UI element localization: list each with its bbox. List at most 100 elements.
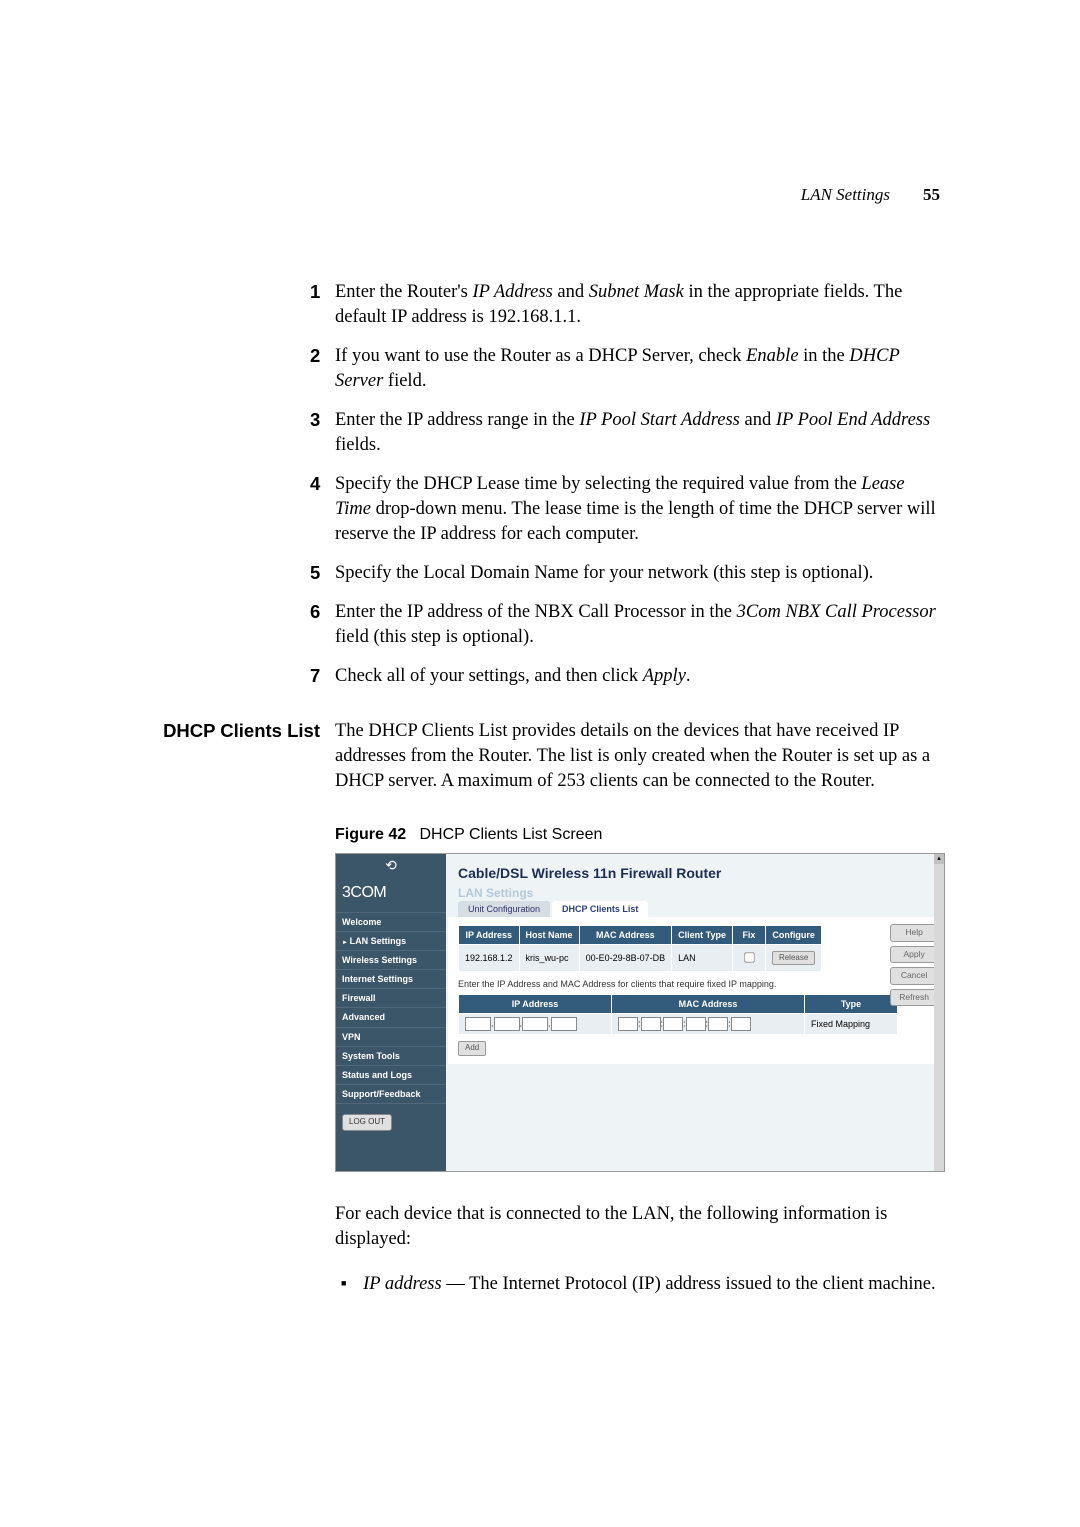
body-paragraph: The DHCP Clients List provides details o… (335, 719, 940, 794)
ip-octet-input[interactable] (551, 1017, 577, 1031)
text: — The Internet Protocol (IP) address iss… (442, 1274, 936, 1294)
mac-input-cell: ::::: (612, 1013, 805, 1034)
sidebar-menu: Welcome LAN Settings Wireless Settings I… (336, 912, 446, 1104)
table-row: 192.168.1.2 kris_wu-pc 00-E0-29-8B-07-DB… (459, 945, 822, 971)
figure-caption: Figure 42 DHCP Clients List Screen (335, 824, 940, 846)
text: If you want to use the Router as a DHCP … (335, 346, 746, 366)
sidebar-item-status[interactable]: Status and Logs (336, 1066, 446, 1085)
tab-bar: Unit Configuration DHCP Clients List (446, 901, 944, 917)
ip-octet-input[interactable] (494, 1017, 520, 1031)
step-item: If you want to use the Router as a DHCP … (335, 344, 940, 394)
text: and (553, 282, 589, 302)
clients-table: IP Address Host Name MAC Address Client … (458, 925, 822, 971)
add-button[interactable]: Add (458, 1041, 486, 1056)
sidebar-item-system[interactable]: System Tools (336, 1047, 446, 1066)
text: Check all of your settings, and then cli… (335, 666, 643, 686)
mac-octet-input[interactable] (708, 1017, 728, 1031)
term: IP address (363, 1274, 442, 1294)
mac-octet-input[interactable] (641, 1017, 661, 1031)
ip-octet-input[interactable] (522, 1017, 548, 1031)
mac-octet-input[interactable] (618, 1017, 638, 1031)
sidebar-item-vpn[interactable]: VPN (336, 1028, 446, 1047)
step-item: Check all of your settings, and then cli… (335, 664, 940, 689)
main-panel: Cable/DSL Wireless 11n Firewall Router L… (446, 854, 944, 1171)
body-paragraph: For each device that is connected to the… (335, 1202, 940, 1252)
step-list: Enter the Router's IP Address and Subnet… (335, 280, 940, 689)
step-item: Specify the Local Domain Name for your n… (335, 561, 940, 586)
fixed-mapping-hint: Enter the IP Address and MAC Address for… (458, 978, 932, 990)
sidebar: ⟲ 3COM Welcome LAN Settings Wireless Set… (336, 854, 446, 1171)
sidebar-item-wireless[interactable]: Wireless Settings (336, 951, 446, 970)
sidebar-item-lan[interactable]: LAN Settings (336, 932, 446, 951)
tab-dhcp-clients[interactable]: DHCP Clients List (552, 901, 648, 917)
term: IP Address (472, 282, 552, 302)
step-item: Specify the DHCP Lease time by selecting… (335, 472, 940, 547)
text: Specify the DHCP Lease time by selecting… (335, 474, 861, 494)
col-fix: Fix (732, 926, 765, 945)
screenshot-dhcp-clients: ⟲ 3COM Welcome LAN Settings Wireless Set… (335, 853, 945, 1172)
term: IP Pool End Address (776, 410, 930, 430)
section-heading: DHCP Clients List (150, 719, 320, 744)
col-type2: Type (805, 994, 898, 1013)
text: drop-down menu. The lease time is the le… (335, 499, 936, 544)
refresh-button[interactable]: Refresh (890, 989, 938, 1006)
text: Enter the IP address range in the (335, 410, 579, 430)
apply-button[interactable]: Apply (890, 946, 938, 963)
bullet-list: IP address — The Internet Protocol (IP) … (335, 1272, 940, 1297)
step-item: Enter the IP address of the NBX Call Pro… (335, 600, 940, 650)
term: Subnet Mask (589, 282, 684, 302)
text: Enter the Router's (335, 282, 472, 302)
step-item: Enter the Router's IP Address and Subnet… (335, 280, 940, 330)
router-title: Cable/DSL Wireless 11n Firewall Router (446, 854, 944, 885)
sidebar-item-advanced[interactable]: Advanced (336, 1008, 446, 1027)
help-button[interactable]: Help (890, 924, 938, 941)
col-ip: IP Address (459, 926, 520, 945)
ip-input-cell: ... (459, 1013, 612, 1034)
figure-title: DHCP Clients List Screen (419, 826, 602, 843)
col-clienttype: Client Type (672, 926, 733, 945)
mac-octet-input[interactable] (663, 1017, 683, 1031)
col-ip2: IP Address (459, 994, 612, 1013)
step-item: Enter the IP address range in the IP Poo… (335, 408, 940, 458)
cell-mac: 00-E0-29-8B-07-DB (579, 945, 672, 971)
col-configure: Configure (765, 926, 821, 945)
cell-host: kris_wu-pc (519, 945, 579, 971)
col-mac: MAC Address (579, 926, 672, 945)
text: and (740, 410, 776, 430)
cancel-button[interactable]: Cancel (890, 967, 938, 984)
running-header: LAN Settings (801, 185, 890, 205)
mac-octet-input[interactable] (686, 1017, 706, 1031)
logout-button[interactable]: LOG OUT (342, 1114, 392, 1131)
fix-checkbox[interactable] (744, 953, 754, 963)
page-subtitle: LAN Settings (446, 885, 944, 901)
brand-icon: ⟲ (336, 854, 446, 882)
mac-octet-input[interactable] (731, 1017, 751, 1031)
text: fields. (335, 435, 381, 455)
brand-logo: 3COM (336, 882, 446, 912)
term: 3Com NBX Call Processor (737, 602, 936, 622)
col-host: Host Name (519, 926, 579, 945)
sidebar-item-welcome[interactable]: Welcome (336, 913, 446, 932)
term: Enable (746, 346, 798, 366)
text: Enter the IP address of the NBX Call Pro… (335, 602, 737, 622)
cell-fix (732, 945, 765, 971)
sidebar-item-firewall[interactable]: Firewall (336, 989, 446, 1008)
scrollbar[interactable]: ▴ (934, 854, 944, 1171)
col-mac2: MAC Address (612, 994, 805, 1013)
cell-clienttype: LAN (672, 945, 733, 971)
table-row: ... ::::: Fixed Mapping (459, 1013, 898, 1034)
cell-ip: 192.168.1.2 (459, 945, 520, 971)
page-number: 55 (923, 185, 940, 205)
figure-label: Figure 42 (335, 826, 406, 843)
ip-octet-input[interactable] (465, 1017, 491, 1031)
text: field. (383, 371, 426, 391)
term: Apply (643, 666, 686, 686)
sidebar-item-support[interactable]: Support/Feedback (336, 1085, 446, 1104)
tab-unit-config[interactable]: Unit Configuration (458, 901, 550, 917)
scroll-up-icon[interactable]: ▴ (934, 854, 944, 864)
sidebar-item-internet[interactable]: Internet Settings (336, 970, 446, 989)
text: . (686, 666, 691, 686)
cell-configure: Release (765, 945, 821, 971)
fixed-mapping-table: IP Address MAC Address Type ... ::::: Fi (458, 994, 898, 1035)
release-button[interactable]: Release (772, 951, 815, 966)
